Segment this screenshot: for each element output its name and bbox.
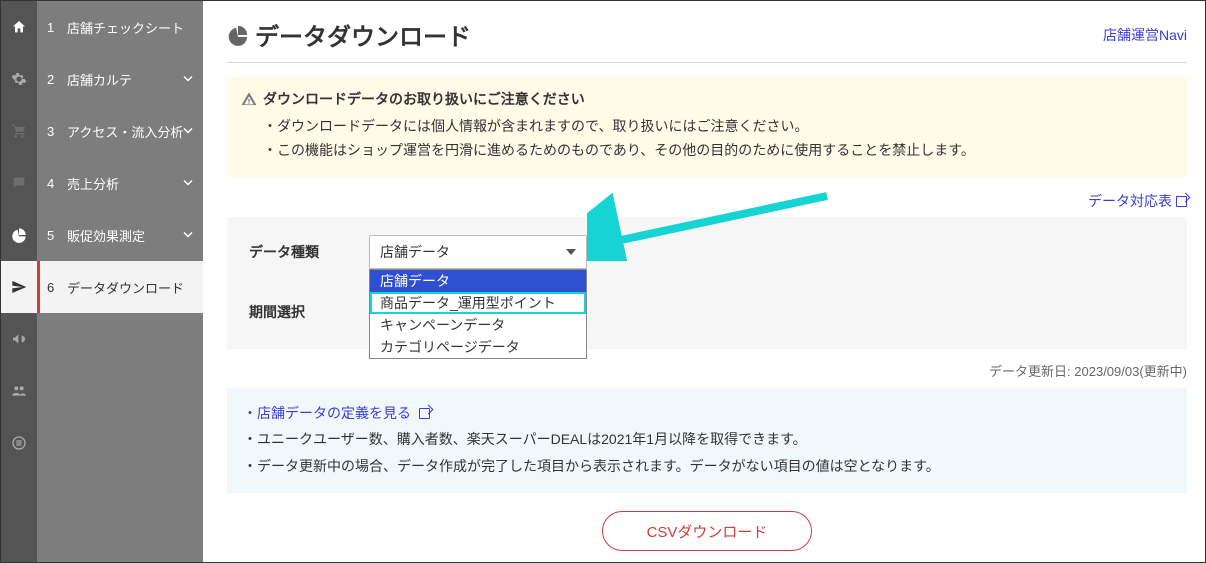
sidebar: 1 店舗チェックシート 2 店舗カルテ 3 アクセス・流入分析 4 売上分析 5…: [37, 1, 203, 562]
definition-link[interactable]: ・店舗データの定義を見る: [243, 405, 430, 421]
sidebar-item-num: 3: [47, 124, 61, 139]
sidebar-item-num: 1: [47, 20, 61, 35]
pie-icon: [227, 24, 249, 46]
data-type-selected-text: 店舗データ: [380, 242, 450, 262]
info-line: ・ユニークユーザー数、購入者数、楽天スーパーDEALは2021年1月以降を取得で…: [243, 426, 1171, 453]
sidebar-item-sales[interactable]: 4 売上分析: [37, 157, 203, 209]
list-icon[interactable]: [1, 417, 37, 469]
info-line: ・データ更新中の場合、データ作成が完了した項目から表示されます。データがない項目…: [243, 453, 1171, 480]
chat-icon[interactable]: [1, 157, 37, 209]
data-type-dropdown: 店舗データ 商品データ_運用型ポイント キャンペーンデータ カテゴリページデータ: [369, 269, 587, 359]
main-content: データダウンロード 店舗運営Navi ダウンロードデータのお取り扱いにご注意くだ…: [203, 1, 1205, 562]
gear-icon[interactable]: [1, 53, 37, 105]
sidebar-item-promo[interactable]: 5 販促効果測定: [37, 209, 203, 261]
page-title-text: データダウンロード: [255, 17, 471, 52]
dropdown-option-category[interactable]: カテゴリページデータ: [370, 336, 586, 358]
dropdown-option-campaign[interactable]: キャンペーンデータ: [370, 314, 586, 336]
definition-link-text: ・店舗データの定義を見る: [243, 405, 411, 421]
data-table-link[interactable]: データ対応表: [1088, 193, 1187, 209]
warning-line: ・ダウンロードデータには個人情報が含まれますので、取り扱いにはご注意ください。: [241, 115, 1173, 139]
dropdown-option-product[interactable]: 商品データ_運用型ポイント: [370, 292, 586, 314]
warning-line: ・この機能はショップ運営を円滑に進めるためのものであり、その他の目的のために使用…: [241, 139, 1173, 163]
cart-icon[interactable]: [1, 105, 37, 157]
sidebar-item-num: 6: [47, 280, 61, 295]
caret-down-icon: [566, 249, 576, 255]
chevron-down-icon: [183, 124, 193, 139]
sidebar-item-access[interactable]: 3 アクセス・流入分析: [37, 105, 203, 157]
sidebar-item-karte[interactable]: 2 店舗カルテ: [37, 53, 203, 105]
sidebar-item-label: 販促効果測定: [67, 226, 145, 245]
warning-icon: [241, 91, 257, 107]
chevron-down-icon: [183, 228, 193, 243]
home-icon[interactable]: [1, 1, 37, 53]
update-date-text: データ更新日: 2023/09/03(更新中): [227, 361, 1187, 380]
pie-icon[interactable]: [1, 209, 37, 261]
chevron-down-icon: [183, 176, 193, 191]
sidebar-item-num: 5: [47, 228, 61, 243]
sidebar-item-num: 2: [47, 72, 61, 87]
navi-link[interactable]: 店舗運営Navi: [1103, 25, 1187, 45]
users-icon[interactable]: [1, 365, 37, 417]
info-box: ・店舗データの定義を見る ・ユニークユーザー数、購入者数、楽天スーパーDEALは…: [227, 388, 1187, 494]
data-table-link-text: データ対応表: [1088, 193, 1172, 209]
send-icon[interactable]: [1, 261, 37, 313]
csv-download-button[interactable]: CSVダウンロード: [602, 511, 812, 551]
page-title: データダウンロード: [227, 17, 471, 52]
warning-title: ダウンロードデータのお取り扱いにご注意ください: [241, 89, 1173, 109]
sidebar-item-checksheet[interactable]: 1 店舗チェックシート: [37, 1, 203, 53]
external-link-icon: [1176, 196, 1187, 207]
sidebar-item-label: 店舗チェックシート: [67, 18, 184, 37]
divider: [227, 62, 1187, 63]
warning-title-text: ダウンロードデータのお取り扱いにご注意ください: [263, 89, 585, 109]
megaphone-icon[interactable]: [1, 313, 37, 365]
sidebar-item-label: アクセス・流入分析: [67, 122, 183, 141]
sidebar-item-download[interactable]: 6 データダウンロード: [37, 261, 203, 313]
period-label: 期間選択: [249, 302, 369, 322]
dropdown-option-shop[interactable]: 店舗データ: [370, 270, 586, 292]
sidebar-item-label: データダウンロード: [67, 278, 184, 297]
data-type-select[interactable]: 店舗データ: [369, 235, 587, 269]
icon-rail: [1, 1, 37, 562]
data-type-label: データ種類: [249, 242, 369, 262]
sidebar-item-num: 4: [47, 176, 61, 191]
form-area: データ種類 店舗データ 店舗データ 商品データ_運用型ポイント キャンペーンデー…: [227, 217, 1187, 349]
sidebar-item-label: 店舗カルテ: [67, 70, 132, 89]
external-link-icon: [419, 408, 430, 419]
warning-box: ダウンロードデータのお取り扱いにご注意ください ・ダウンロードデータには個人情報…: [227, 77, 1187, 177]
chevron-down-icon: [183, 72, 193, 87]
sidebar-item-label: 売上分析: [67, 174, 119, 193]
